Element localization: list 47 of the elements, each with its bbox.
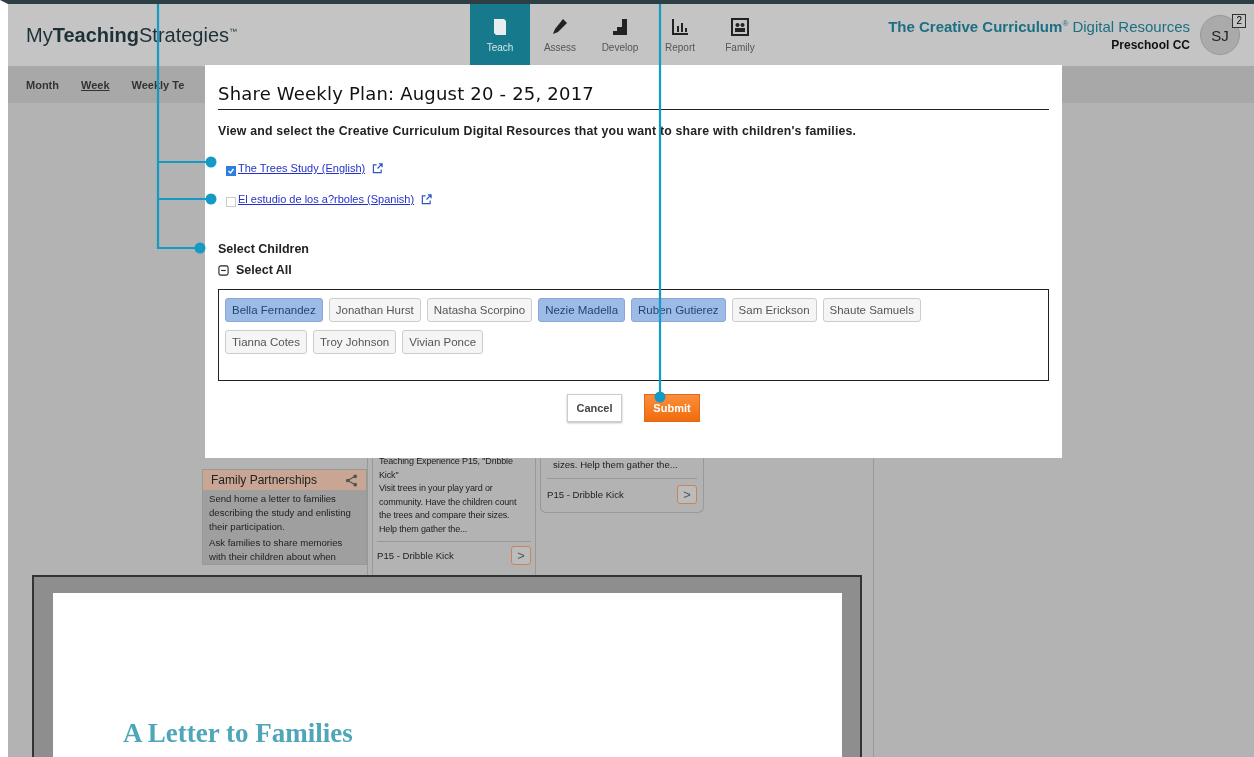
child-chip[interactable]: Vivian Ponce xyxy=(402,330,484,354)
picture-icon xyxy=(730,17,750,37)
card-text: Teaching Experience P15, "Dribble Kick" xyxy=(378,455,514,482)
view-tab[interactable]: Month xyxy=(20,79,65,91)
nav-tab[interactable]: Family xyxy=(710,4,770,66)
nav-tab[interactable]: Report xyxy=(650,4,710,66)
external-link-icon[interactable] xyxy=(372,162,384,174)
card-text: Visit trees in your play yard or community. Have the children count the trees and compare their sizes. Help them gather the... xyxy=(378,482,518,536)
steps-icon xyxy=(610,17,630,37)
program-name: Preschool CC xyxy=(1110,38,1190,52)
card-title: Family Partnerships xyxy=(211,473,318,487)
collapse-icon[interactable] xyxy=(218,264,229,276)
dialog-description: View and select the Creative Curriculum Digital Resources that you want to share with children's families. xyxy=(218,124,858,138)
view-tab[interactable]: Week xyxy=(75,79,116,91)
card-text: Ask families to share memories with their children about when xyxy=(208,536,344,564)
section-heading: Select Children xyxy=(218,242,310,256)
external-link-icon[interactable] xyxy=(421,193,433,205)
child-chip[interactable]: Shaute Samuels xyxy=(822,298,921,322)
child-chip[interactable]: Sam Erickson xyxy=(731,298,817,322)
card-text: sizes. Help them gather the... xyxy=(552,458,679,472)
checkbox[interactable] xyxy=(226,196,236,207)
child-chip[interactable]: Jonathan Hurst xyxy=(328,298,421,322)
product-name: The Creative Curriculum$^{®}$ Digital Resources xyxy=(888,18,1190,35)
select-all-label[interactable]: Select All xyxy=(236,263,292,277)
resource-link[interactable]: El estudio de los a?rboles (Spanish) xyxy=(238,193,415,205)
checkbox[interactable] xyxy=(226,165,236,176)
experience-label: P15 - Dribble Kick xyxy=(547,489,624,500)
cancel-button[interactable]: Cancel xyxy=(567,394,622,422)
dialog-title: Share Weekly Plan: August 20 - 25, 2017 xyxy=(218,83,1049,110)
child-chip[interactable]: Troy Johnson xyxy=(313,330,397,354)
child-chip[interactable]: Nezie Madella xyxy=(538,298,626,322)
open-button[interactable]: > xyxy=(511,545,531,565)
nav-tab[interactable]: Develop xyxy=(590,4,650,66)
child-chip[interactable]: Natasha Scorpino xyxy=(426,298,533,322)
bar-chart-icon xyxy=(670,17,690,37)
pencil-icon xyxy=(550,17,570,37)
child-chip[interactable]: Bella Fernandez xyxy=(225,298,323,322)
experience-label: P15 - Dribble Kick xyxy=(377,549,454,561)
nav-tab[interactable]: Assess xyxy=(530,4,590,66)
nav-tab[interactable]: Teach xyxy=(470,4,530,66)
card-text: Send home a letter to families describing the study and enlisting their participation. xyxy=(208,492,352,534)
notification-badge: 2 xyxy=(1232,14,1246,28)
share-icon[interactable] xyxy=(345,473,358,487)
document-heading: A Letter to Families xyxy=(123,718,354,749)
child-chip[interactable]: Tianna Cotes xyxy=(225,330,307,354)
open-button[interactable]: > xyxy=(677,485,697,504)
resource-link[interactable]: The Trees Study (English) xyxy=(238,162,366,174)
